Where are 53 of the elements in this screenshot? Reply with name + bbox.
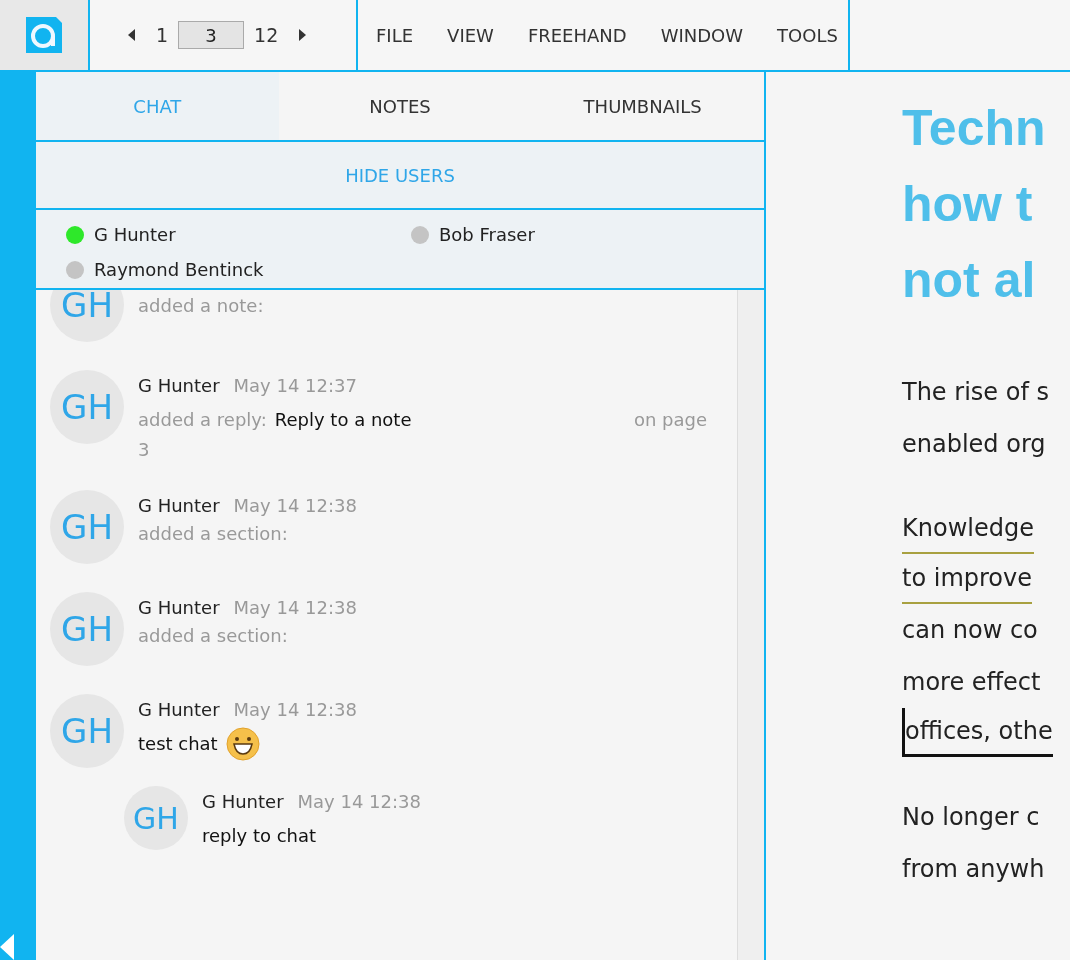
avatar: GH bbox=[50, 592, 124, 666]
document-text-line: Knowledge bbox=[902, 504, 1034, 554]
author-name: G Hunter bbox=[202, 790, 284, 814]
message-action: added a section: bbox=[138, 624, 288, 648]
avatar: GH bbox=[124, 786, 188, 850]
menu-item[interactable]: VIEW bbox=[447, 24, 494, 46]
page-number-field[interactable]: 3 bbox=[178, 21, 245, 49]
avatar: GH bbox=[50, 490, 124, 564]
previous-page-icon[interactable] bbox=[128, 29, 136, 41]
document-text-line: The rise of s bbox=[902, 377, 1049, 408]
menu-item[interactable]: FILE bbox=[376, 24, 414, 46]
message-time: May 14 12:38 bbox=[233, 596, 357, 620]
author-name: G Hunter bbox=[138, 494, 220, 518]
document-title-line: not al bbox=[902, 251, 1036, 310]
author-name: G Hunter bbox=[138, 596, 220, 620]
user-name: G Hunter bbox=[94, 224, 176, 245]
avatar: GH bbox=[50, 370, 124, 444]
user-name: Raymond Bentinck bbox=[94, 259, 264, 280]
message-time: May 14 12:38 bbox=[233, 698, 357, 722]
avatar: GH bbox=[50, 290, 124, 342]
message-action: added a reply: bbox=[138, 408, 267, 432]
author-name: G Hunter bbox=[138, 374, 220, 398]
document-text-line: enabled org bbox=[902, 429, 1046, 460]
author-name: G Hunter bbox=[138, 698, 220, 722]
app-logo-icon[interactable] bbox=[24, 15, 64, 55]
collapse-arrow-icon[interactable] bbox=[0, 934, 14, 960]
document-title-line: how t bbox=[902, 175, 1033, 234]
document-text-line: No longer c bbox=[902, 802, 1040, 833]
page-reference-number: 3 bbox=[138, 438, 151, 462]
message-time: May 14 12:37 bbox=[233, 374, 357, 398]
menu-item[interactable]: TOOLS bbox=[777, 24, 838, 46]
message-text: reply to chat bbox=[202, 824, 317, 848]
next-page-icon[interactable] bbox=[298, 29, 307, 41]
message-action: added a note: bbox=[138, 294, 264, 318]
message-time: May 14 12:38 bbox=[233, 494, 357, 518]
menu-item[interactable]: WINDOW bbox=[660, 24, 744, 46]
last-page-number[interactable]: 12 bbox=[254, 24, 279, 46]
message-time: May 14 12:38 bbox=[297, 790, 421, 814]
menu-item[interactable]: FREEHAND bbox=[527, 24, 627, 46]
document-text-line: can now co bbox=[902, 615, 1038, 646]
message-action: added a section: bbox=[138, 522, 288, 546]
scrollbar[interactable] bbox=[737, 290, 764, 960]
first-page-number[interactable]: 1 bbox=[156, 24, 169, 46]
document-text-line: more effect bbox=[902, 667, 1041, 698]
avatar: GH bbox=[50, 694, 124, 768]
document-title-line: Techn bbox=[902, 99, 1046, 158]
message-text: Reply to a note bbox=[274, 408, 412, 432]
message-text: test chat bbox=[138, 732, 218, 756]
page-reference: on page bbox=[633, 408, 707, 432]
document-text-line: offices, othe bbox=[902, 708, 1053, 757]
document-text-line: to improve bbox=[902, 554, 1032, 604]
document-text-line: from anywh bbox=[902, 854, 1045, 885]
user-name: Bob Fraser bbox=[439, 224, 535, 245]
